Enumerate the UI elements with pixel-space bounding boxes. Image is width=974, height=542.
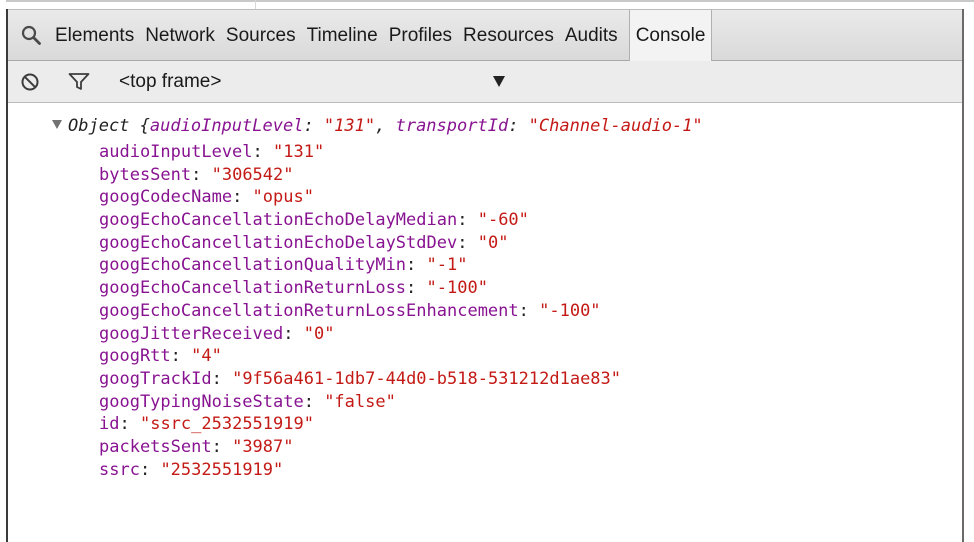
filter-icon[interactable] [68, 72, 90, 92]
object-properties: audioInputLevel: "131" bytesSent: "306542… [99, 141, 621, 481]
property-colon: : [211, 436, 233, 457]
window-top-edge [0, 0, 974, 9]
property-colon: : [457, 210, 478, 231]
property-colon: : [119, 414, 140, 435]
devtools-tabs: Elements Network Sources Timeline Profiles Re… [55, 10, 715, 61]
property-colon: : [406, 278, 427, 299]
dropdown-arrow-icon [493, 76, 505, 87]
property-row[interactable]: googTrackId: "9f56a461-1db7-44d0-b518-53… [99, 368, 621, 391]
object-type-name: Object [68, 116, 130, 136]
expand-triangle-icon[interactable] [52, 120, 62, 129]
property-key: id [99, 414, 120, 435]
property-key: googEchoCancellationReturnLossEnhancemen… [99, 300, 519, 321]
property-row[interactable]: googEchoCancellationQualityMin: "-1" [99, 254, 621, 277]
search-icon[interactable] [20, 24, 42, 46]
property-key: googTypingNoiseState [99, 391, 304, 412]
property-value: "0" [477, 232, 509, 253]
property-value: "2532551919" [160, 459, 284, 480]
property-value: "false" [324, 391, 396, 412]
tab-console[interactable]: Console [628, 10, 713, 61]
property-colon: : [232, 187, 253, 208]
property-value: "4" [191, 346, 222, 367]
summary-colon: : [303, 116, 324, 136]
property-key: googEchoCancellationEchoDelayStdDev [99, 232, 458, 253]
frame-selector-label: <top frame> [119, 71, 222, 92]
property-row[interactable]: googEchoCancellationReturnLossEnhancemen… [99, 300, 621, 323]
tab-timeline[interactable]: Timeline [307, 10, 386, 61]
property-value: "-60" [477, 210, 529, 231]
property-key: ssrc [99, 459, 140, 480]
property-row[interactable]: googEchoCancellationReturnLoss: "-100" [99, 277, 621, 300]
window-right-border [962, 9, 964, 542]
property-value: "ssrc_2532551919" [139, 414, 314, 435]
property-colon: : [283, 323, 304, 344]
property-colon: : [303, 391, 325, 412]
object-summary-line[interactable]: Object {audioInputLevel: "131", transpor… [52, 115, 703, 137]
summary-key-transport-id: transportId [395, 116, 509, 136]
tab-sources[interactable]: Sources [226, 10, 304, 61]
property-colon: : [170, 346, 192, 367]
property-row[interactable]: id: "ssrc_2532551919" [99, 413, 621, 436]
property-row[interactable]: googCodecName: "opus" [99, 186, 621, 209]
property-colon: : [406, 255, 427, 276]
property-row[interactable]: audioInputLevel: "131" [99, 141, 621, 164]
property-key: packetsSent [99, 436, 212, 457]
property-key: bytesSent [99, 164, 192, 185]
property-row[interactable]: googEchoCancellationEchoDelayStdDev: "0" [99, 232, 621, 255]
property-colon: : [252, 142, 274, 162]
property-key: googEchoCancellationEchoDelayMedian [99, 210, 458, 231]
property-row[interactable]: ssrc: "2532551919" [99, 459, 621, 482]
tab-elements[interactable]: Elements [55, 10, 142, 61]
property-value: "0" [303, 323, 335, 344]
devtools-tab-bar: Elements Network Sources Timeline Profiles Re… [8, 9, 962, 61]
property-value: "306542" [211, 164, 294, 185]
window-divider-tick [255, 0, 256, 9]
property-row[interactable]: googTypingNoiseState: "false" [99, 391, 621, 414]
property-value: "opus" [252, 187, 314, 208]
property-key: googTrackId [99, 368, 212, 389]
console-output[interactable]: Object {audioInputLevel: "131", transpor… [8, 103, 962, 542]
tab-profiles[interactable]: Profiles [389, 10, 460, 61]
property-row[interactable]: googRtt: "4" [99, 345, 621, 368]
property-value: "131" [273, 142, 325, 162]
property-row[interactable]: googJitterReceived: "0" [99, 323, 621, 346]
tab-network[interactable]: Network [145, 10, 223, 61]
property-row[interactable]: packetsSent: "3987" [99, 436, 621, 459]
frame-selector[interactable]: <top frame> [119, 61, 509, 102]
summary-value-audio-input-level: "131" [323, 116, 376, 136]
property-value: "9f56a461-1db7-44d0-b518-531212d1ae83" [232, 368, 622, 389]
property-key: googJitterReceived [99, 323, 284, 344]
property-row[interactable]: bytesSent: "306542" [99, 164, 621, 187]
property-value: "-100" [426, 278, 488, 299]
console-toolbar: <top frame> [8, 61, 962, 103]
property-value: "-100" [539, 300, 601, 321]
property-colon: : [457, 232, 478, 253]
object-open-brace: { [129, 116, 150, 136]
summary-value-transport-id: "Channel-audio-1" [528, 116, 703, 136]
property-colon: : [211, 368, 233, 389]
clear-console-icon[interactable] [20, 72, 40, 92]
window-top-line [6, 0, 974, 2]
property-row[interactable]: googEchoCancellationEchoDelayMedian: "-6… [99, 209, 621, 232]
property-colon: : [518, 300, 540, 321]
property-key: googEchoCancellationReturnLoss [99, 278, 407, 299]
property-colon: : [139, 459, 161, 480]
property-key: audioInputLevel [99, 142, 253, 162]
summary-colon: : [508, 116, 529, 136]
summary-separator: , [375, 116, 396, 136]
property-colon: : [191, 164, 212, 185]
property-value: "-1" [426, 255, 468, 276]
property-key: googCodecName [99, 187, 233, 208]
tab-resources[interactable]: Resources [463, 10, 562, 61]
property-value: "3987" [232, 436, 294, 457]
summary-key-audio-input-level: audioInputLevel [149, 116, 304, 136]
property-key: googRtt [99, 346, 171, 367]
tab-audits[interactable]: Audits [565, 10, 626, 61]
property-key: googEchoCancellationQualityMin [99, 255, 407, 276]
